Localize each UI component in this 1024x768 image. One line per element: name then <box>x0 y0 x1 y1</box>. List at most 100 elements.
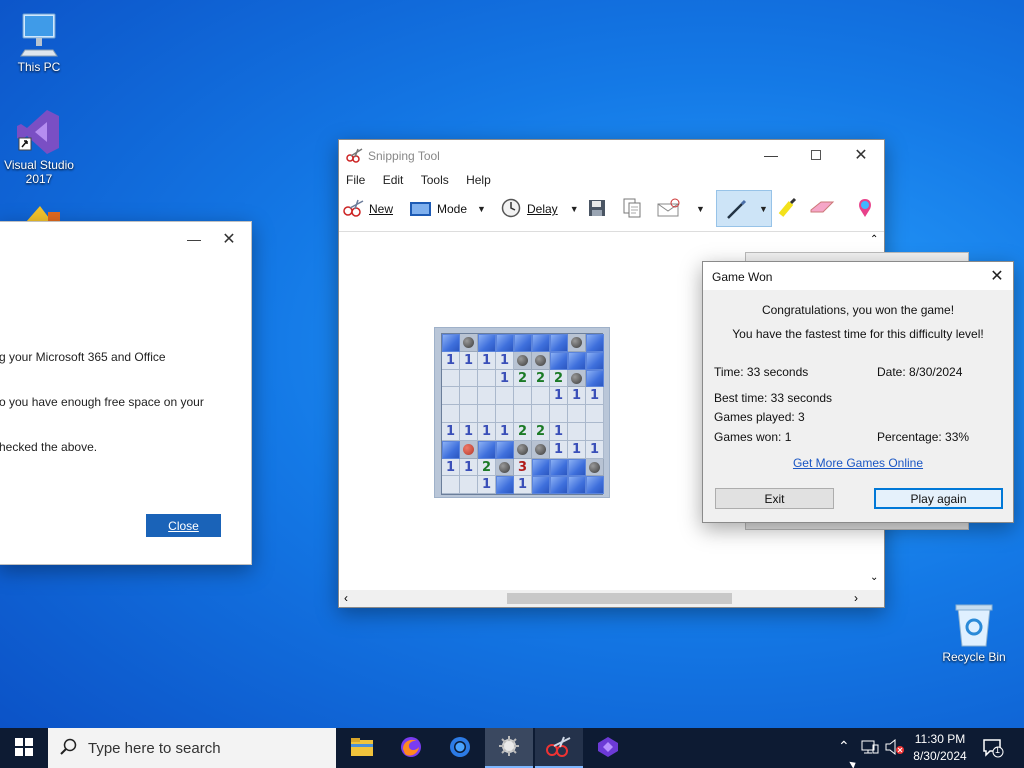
empty-cell <box>442 476 460 495</box>
taskbar-chromium[interactable] <box>436 728 484 768</box>
scroll-thumb[interactable] <box>507 593 732 604</box>
hidden-cell <box>586 334 604 352</box>
scroll-up-icon[interactable]: ⌃ <box>870 234 878 245</box>
save-button[interactable] <box>587 196 607 222</box>
eraser-button[interactable] <box>809 196 835 222</box>
mode-button[interactable]: Mode ▼ <box>410 196 486 222</box>
play-again-button[interactable]: Play again <box>874 488 1003 509</box>
delay-button[interactable]: Delay ▼ <box>501 196 579 222</box>
number-cell: 2 <box>532 369 550 388</box>
close-window-button[interactable]: ✕ <box>983 264 1011 288</box>
number-cell: 3 <box>514 458 532 477</box>
empty-cell <box>478 387 496 406</box>
desktop-icon-visual-studio[interactable]: Visual Studio 2017 <box>1 108 77 186</box>
minesweeper-grid: 111112221111111221111112311 <box>441 333 604 496</box>
scroll-down-icon[interactable]: ⌄ <box>870 572 878 583</box>
partial-desktop-icon[interactable] <box>22 204 62 222</box>
taskbar-file-explorer[interactable] <box>338 728 386 768</box>
number-cell: 1 <box>460 351 478 370</box>
highlighter-button[interactable] <box>777 196 799 222</box>
number-cell: 2 <box>532 422 550 441</box>
close-window-button[interactable]: ✕ <box>838 140 884 170</box>
volume-muted-icon <box>885 738 905 758</box>
empty-cell <box>586 405 604 423</box>
menu-tools[interactable]: Tools <box>421 173 449 187</box>
minesweeper-board: 111112221111111221111112311 <box>434 327 610 498</box>
hidden-cell <box>496 440 514 459</box>
menu-help[interactable]: Help <box>466 173 491 187</box>
hidden-cell <box>442 440 460 459</box>
mine-cell <box>460 334 478 352</box>
copy-button[interactable] <box>621 196 643 222</box>
new-snip-button[interactable]: New <box>343 196 393 222</box>
mode-icon <box>410 202 431 216</box>
hidden-cell <box>532 476 550 495</box>
mode-label: Mode <box>437 202 468 216</box>
send-snip-button[interactable]: ▼ <box>656 196 705 222</box>
empty-cell <box>478 405 496 423</box>
menu-bar: File Edit Tools Help <box>346 173 505 189</box>
dialog-title: Game Won <box>712 270 773 284</box>
taskbar-visual-studio-installer[interactable] <box>584 728 632 768</box>
show-hidden-icons-button[interactable]: ⌃ <box>838 738 850 755</box>
empty-cell <box>478 369 496 388</box>
minimize-icon: — <box>764 147 778 163</box>
close-icon: ✕ <box>990 268 1004 285</box>
exit-button[interactable]: Exit <box>715 488 834 509</box>
horizontal-scrollbar[interactable]: ‹ › <box>340 590 884 607</box>
number-cell: 1 <box>496 351 514 370</box>
close-window-button[interactable]: ✕ <box>206 224 252 254</box>
folder-icon <box>350 737 374 760</box>
scissors-icon <box>546 735 572 760</box>
number-cell: 1 <box>442 458 460 477</box>
number-cell: 1 <box>568 387 586 406</box>
desktop-icon-this-pc[interactable]: This PC <box>1 10 77 74</box>
number-cell: 1 <box>496 369 514 388</box>
close-button[interactable]: Close <box>146 514 221 537</box>
taskbar-search-box[interactable]: Type here to search <box>48 728 336 768</box>
number-cell: 1 <box>586 387 604 406</box>
scissors-icon <box>346 147 364 166</box>
paint-3d-button[interactable] <box>855 196 875 222</box>
menu-edit[interactable]: Edit <box>383 173 404 187</box>
network-button[interactable] <box>861 739 879 758</box>
scroll-right-icon[interactable]: › <box>854 591 858 605</box>
office-dialog: — ✕ g your Microsoft 365 and Office o yo… <box>0 221 252 565</box>
pen-button[interactable]: ▼ <box>716 190 772 227</box>
clock[interactable]: 11:30 PM 8/30/2024 <box>910 731 970 765</box>
empty-cell <box>514 405 532 423</box>
dialog-titlebar: Game Won ✕ <box>703 262 1013 290</box>
dialog-text-line: hecked the above. <box>0 440 98 454</box>
more-games-link[interactable]: Get More Games Online <box>703 456 1013 470</box>
empty-cell <box>460 476 478 495</box>
mail-icon <box>656 198 682 221</box>
menu-file[interactable]: File <box>346 173 365 187</box>
start-button[interactable] <box>0 728 48 768</box>
number-cell: 1 <box>442 422 460 441</box>
hidden-cell <box>478 440 496 459</box>
maximize-button[interactable] <box>793 140 839 170</box>
volume-button[interactable] <box>885 738 905 758</box>
mine-cell <box>568 369 586 388</box>
fastest-time-text: You have the fastest time for this diffi… <box>732 327 984 341</box>
window-title: Snipping Tool <box>368 149 440 163</box>
empty-cell <box>460 387 478 406</box>
new-snip-icon <box>343 199 365 220</box>
paint-3d-icon <box>855 197 875 222</box>
empty-cell <box>514 387 532 406</box>
action-center-button[interactable]: 1 <box>982 738 1004 761</box>
minimize-button[interactable]: — <box>748 140 794 170</box>
taskbar-snipping-tool[interactable] <box>535 728 583 768</box>
hidden-cell <box>586 351 604 370</box>
hidden-cell <box>568 476 586 495</box>
visual-studio-installer-icon <box>596 735 620 762</box>
desktop-icon-recycle-bin[interactable]: Recycle Bin <box>936 602 1012 664</box>
taskbar-firefox[interactable] <box>387 728 435 768</box>
clock-time: 11:30 PM <box>914 732 966 746</box>
chevron-up-icon: ⌃ <box>838 738 850 754</box>
hidden-cell <box>568 351 586 370</box>
clock-icon <box>501 198 521 221</box>
number-cell: 1 <box>550 387 568 406</box>
taskbar-minesweeper[interactable] <box>485 728 533 768</box>
scroll-left-icon[interactable]: ‹ <box>344 591 348 605</box>
